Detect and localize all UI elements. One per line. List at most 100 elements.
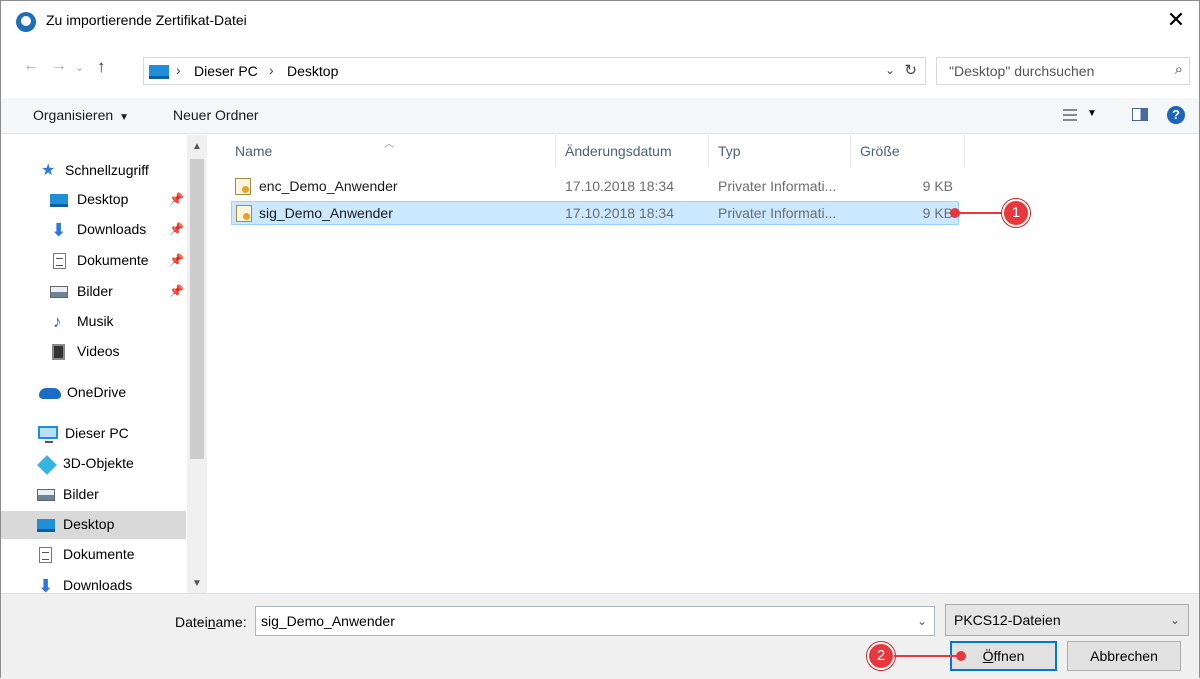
- sidebar-item-downloads-pc[interactable]: ⬇ Downloads: [1, 572, 186, 593]
- file-type: Privater Informati...: [718, 178, 837, 194]
- open-button[interactable]: Öffnen: [950, 641, 1057, 671]
- search-icon[interactable]: ⌕: [1175, 61, 1183, 78]
- sidebar-item-label: Musik: [77, 313, 114, 329]
- pin-icon[interactable]: 📌: [169, 222, 184, 236]
- sidebar-item-videos[interactable]: Videos: [1, 338, 186, 366]
- breadcrumb-separator-icon: ›: [176, 62, 181, 78]
- sidebar-item-musik[interactable]: ♪ Musik: [1, 308, 186, 336]
- scroll-up-icon[interactable]: ▲: [192, 141, 202, 152]
- sidebar-item-label: Downloads: [63, 577, 133, 593]
- navigation-scrollbar[interactable]: ▲ ▼: [187, 135, 207, 593]
- sidebar-item-label: Bilder: [77, 283, 113, 299]
- close-button[interactable]: ✕: [1163, 7, 1189, 33]
- open-label: ffnen: [993, 648, 1025, 664]
- document-icon: [53, 253, 66, 269]
- pin-icon[interactable]: 📌: [169, 284, 184, 298]
- address-dropdown-icon[interactable]: ⌄: [885, 63, 895, 77]
- file-size: 9 KB: [922, 178, 953, 194]
- refresh-icon[interactable]: ↻: [904, 61, 917, 79]
- file-type: Privater Informati...: [718, 205, 837, 221]
- breadcrumb-dieser-pc[interactable]: Dieser PC: [194, 63, 258, 79]
- column-header-type[interactable]: Typ: [718, 143, 741, 159]
- file-name: sig_Demo_Anwender: [259, 205, 393, 221]
- file-row-selected[interactable]: sig_Demo_Anwender 17.10.2018 18:34 Priva…: [231, 201, 959, 225]
- command-toolbar: Organisieren ▼ Neuer Ordner ▼ ?: [1, 98, 1199, 134]
- column-divider[interactable]: [964, 135, 965, 167]
- sidebar-item-schnellzugriff[interactable]: ★ Schnellzugriff: [1, 157, 186, 185]
- sort-ascending-icon: ︿: [384, 139, 394, 150]
- sidebar-item-desktop[interactable]: Desktop 📌: [1, 186, 186, 214]
- annotation-badge-1: 1: [1002, 199, 1030, 227]
- desktop-folder-icon: [149, 65, 169, 79]
- breadcrumb-desktop[interactable]: Desktop: [287, 63, 338, 79]
- open-access-key: Ö: [982, 648, 994, 664]
- file-open-dialog: Zu importierende Zertifikat-Datei ✕ ← → …: [0, 0, 1200, 679]
- column-header-date[interactable]: Änderungsdatum: [565, 143, 672, 159]
- filename-field[interactable]: sig_Demo_Anwender ⌄: [255, 606, 935, 636]
- organize-label: Organisieren: [33, 107, 114, 123]
- sidebar-item-label: Dieser PC: [65, 425, 129, 441]
- pin-icon[interactable]: 📌: [169, 192, 184, 206]
- desktop-icon: [37, 519, 55, 532]
- annotation-2-dot: [956, 651, 966, 661]
- file-list: ︿ Name Änderungsdatum Typ Größe enc_Demo…: [221, 135, 1199, 593]
- organize-menu-button[interactable]: Organisieren ▼: [33, 107, 129, 123]
- filename-value: sig_Demo_Anwender: [261, 613, 395, 629]
- view-options-icon[interactable]: [1063, 109, 1077, 121]
- sidebar-item-dieser-pc[interactable]: Dieser PC: [1, 420, 186, 448]
- pictures-icon: [37, 489, 55, 501]
- scroll-down-icon[interactable]: ▼: [192, 578, 202, 589]
- column-divider[interactable]: [708, 135, 709, 167]
- video-icon: [52, 344, 65, 360]
- title-bar: Zu importierende Zertifikat-Datei ✕: [1, 1, 1199, 41]
- window-title: Zu importierende Zertifikat-Datei: [46, 12, 247, 28]
- filename-label-part: ame:: [215, 614, 247, 630]
- download-icon: ⬇: [38, 576, 54, 593]
- breadcrumb-separator-icon: ›: [269, 62, 274, 78]
- sidebar-item-label: Schnellzugriff: [65, 162, 149, 178]
- music-icon: ♪: [53, 312, 62, 331]
- sidebar-item-dokumente-pc[interactable]: Dokumente: [1, 541, 186, 569]
- document-icon: [39, 547, 52, 563]
- filename-label: Dateiname:: [175, 614, 247, 630]
- column-divider[interactable]: [555, 135, 556, 167]
- back-arrow-icon[interactable]: ←: [23, 57, 39, 75]
- file-name: enc_Demo_Anwender: [259, 178, 398, 194]
- sidebar-item-3d-objekte[interactable]: 3D-Objekte: [1, 450, 186, 478]
- up-arrow-icon[interactable]: ↑: [97, 57, 106, 77]
- new-folder-button[interactable]: Neuer Ordner: [173, 107, 259, 123]
- caret-down-icon: ▼: [119, 112, 130, 123]
- search-input[interactable]: "Desktop" durchsuchen ⌕: [936, 57, 1190, 85]
- search-placeholder: "Desktop" durchsuchen: [949, 63, 1095, 79]
- file-row[interactable]: enc_Demo_Anwender 17.10.2018 18:34 Priva…: [231, 175, 959, 199]
- recent-locations-chevron-icon[interactable]: ⌄: [75, 61, 84, 74]
- sidebar-item-dokumente[interactable]: Dokumente 📌: [1, 247, 186, 275]
- address-bar[interactable]: › Dieser PC › Desktop ⌄ ↻: [143, 57, 926, 85]
- pictures-icon: [50, 286, 68, 298]
- sidebar-item-label: Videos: [77, 343, 120, 359]
- sidebar-item-bilder-pc[interactable]: Bilder: [1, 481, 186, 509]
- preview-pane-icon[interactable]: [1132, 108, 1148, 121]
- file-type-filter[interactable]: PKCS12-Dateien ⌄: [945, 604, 1189, 636]
- column-header-name[interactable]: Name: [235, 143, 272, 159]
- sidebar-item-label: Desktop: [77, 191, 129, 207]
- sidebar-item-bilder[interactable]: Bilder 📌: [1, 278, 186, 306]
- sidebar-item-desktop-pc[interactable]: Desktop: [1, 511, 186, 539]
- cancel-button[interactable]: Abbrechen: [1067, 641, 1181, 671]
- sidebar-item-onedrive[interactable]: OneDrive: [1, 379, 186, 407]
- column-divider[interactable]: [850, 135, 851, 167]
- help-icon[interactable]: ?: [1167, 106, 1185, 124]
- column-header-size[interactable]: Größe: [860, 143, 900, 159]
- star-icon: ★: [41, 162, 56, 179]
- pin-icon[interactable]: 📌: [169, 253, 184, 267]
- file-date: 17.10.2018 18:34: [565, 178, 674, 194]
- forward-arrow-icon[interactable]: →: [51, 57, 67, 75]
- view-caret-icon[interactable]: ▼: [1087, 108, 1097, 119]
- filename-history-chevron-icon[interactable]: ⌄: [917, 614, 927, 628]
- sidebar-item-downloads[interactable]: ⬇ Downloads 📌: [1, 216, 186, 244]
- sidebar-item-label: Dokumente: [77, 252, 149, 268]
- scrollbar-thumb[interactable]: [190, 159, 204, 459]
- certificate-file-icon: [236, 205, 252, 222]
- filename-label-part: Datei: [175, 614, 208, 630]
- file-type-filter-value: PKCS12-Dateien: [954, 612, 1061, 628]
